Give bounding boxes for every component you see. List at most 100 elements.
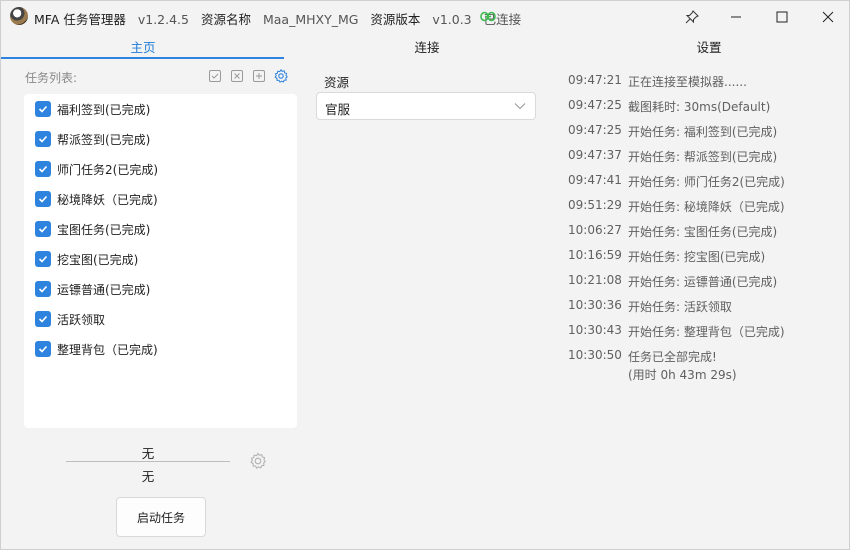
title-text: MFA 任务管理器 v1.2.4.5 资源名称 Maa_MHXY_MG 资源版本… xyxy=(34,9,529,28)
link-icon xyxy=(480,11,496,22)
log-time: 09:51:29 xyxy=(568,198,622,212)
log-entry: 10:30:50 任务已全部完成! (用时 0h 43m 29s) xyxy=(568,348,737,383)
task-label: 运镖普通(已完成) xyxy=(57,282,151,297)
task-item[interactable]: 帮派签到(已完成) xyxy=(35,129,150,149)
task-item[interactable]: 整理背包（已完成) xyxy=(35,339,158,359)
log-time: 09:47:25 xyxy=(568,98,622,112)
task-label: 宝图任务(已完成) xyxy=(57,222,151,237)
check-icon xyxy=(38,255,48,263)
task-label: 师门任务2(已完成) xyxy=(57,162,158,177)
log-time: 10:16:59 xyxy=(568,248,622,262)
log-entry: 10:21:08 开始任务: 运镖普通(已完成) xyxy=(568,273,777,290)
active-tab-indicator xyxy=(1,57,284,59)
chevron-down-icon xyxy=(514,103,526,110)
resource-select[interactable]: 官服 xyxy=(316,92,536,120)
log-time: 10:30:43 xyxy=(568,323,622,337)
tab-home[interactable]: 主页 xyxy=(113,37,173,56)
close-button[interactable] xyxy=(805,1,850,33)
log-message: 开始任务: 师门任务2(已完成) xyxy=(628,175,785,189)
log-message: 任务已全部完成! (用时 0h 43m 29s) xyxy=(628,348,737,383)
log-message: 截图耗时: 30ms(Default) xyxy=(628,100,771,114)
log-entry: 10:30:36 开始任务: 活跃领取 xyxy=(568,298,732,315)
log-message: 开始任务: 运镖普通(已完成) xyxy=(628,275,778,289)
resource-name: Maa_MHXY_MG xyxy=(262,12,359,27)
task-item[interactable]: 挖宝图(已完成) xyxy=(35,249,138,269)
log-entry: 10:06:27 开始任务: 宝图任务(已完成) xyxy=(568,223,777,240)
task-label: 挖宝图(已完成) xyxy=(57,252,139,267)
add-task-icon[interactable] xyxy=(252,69,266,83)
check-icon xyxy=(38,135,48,143)
task-label: 活跃领取 xyxy=(57,312,106,327)
log-time: 10:30:50 xyxy=(568,348,622,362)
task-item[interactable]: 宝图任务(已完成) xyxy=(35,219,150,239)
log-time: 10:21:08 xyxy=(568,273,622,287)
app-version: v1.2.4.5 xyxy=(137,12,189,27)
task-label: 福利签到(已完成) xyxy=(57,102,151,117)
log-message-line: 任务已全部完成! xyxy=(628,350,717,364)
log-message: 开始任务: 挖宝图(已完成) xyxy=(628,250,766,264)
divider xyxy=(66,461,230,462)
settings-icon[interactable] xyxy=(274,69,288,83)
app-name: MFA 任务管理器 xyxy=(34,12,126,27)
log-time: 09:47:21 xyxy=(568,73,622,87)
pin-icon xyxy=(685,10,699,24)
resource-version: v1.0.3 xyxy=(432,12,472,27)
task-checkbox[interactable] xyxy=(35,161,51,177)
check-icon xyxy=(38,225,48,233)
task-checkbox[interactable] xyxy=(35,221,51,237)
check-icon xyxy=(38,105,48,113)
minimize-button[interactable] xyxy=(713,1,759,33)
minimize-icon xyxy=(731,16,741,18)
gear-icon[interactable] xyxy=(249,452,267,470)
task-item[interactable]: 活跃领取 xyxy=(35,309,105,329)
log-message: 开始任务: 福利签到(已完成) xyxy=(628,125,778,139)
task-checkbox[interactable] xyxy=(35,251,51,267)
check-icon xyxy=(38,315,48,323)
pin-button[interactable] xyxy=(669,1,715,33)
select-all-icon[interactable] xyxy=(208,69,222,83)
tab-bar: 主页 连接 设置 xyxy=(1,33,849,59)
log-time: 09:47:41 xyxy=(568,173,622,187)
log-entry: 09:47:21 正在连接至模拟器...... xyxy=(568,73,747,90)
task-checkbox[interactable] xyxy=(35,191,51,207)
task-item[interactable]: 运镖普通(已完成) xyxy=(35,279,150,299)
check-icon xyxy=(38,345,48,353)
task-checkbox[interactable] xyxy=(35,101,51,117)
resource-label: 资源 xyxy=(324,75,350,90)
log-time: 10:06:27 xyxy=(568,223,622,237)
resource-select-value: 官服 xyxy=(325,102,351,117)
close-icon xyxy=(822,11,834,23)
log-entry: 09:47:37 开始任务: 帮派签到(已完成) xyxy=(568,148,777,165)
value-top: 无 xyxy=(141,446,155,461)
maximize-button[interactable] xyxy=(759,1,805,33)
tab-settings[interactable]: 设置 xyxy=(679,37,739,56)
task-list-header: 任务列表: xyxy=(25,71,78,85)
task-label: 整理背包（已完成) xyxy=(57,342,158,357)
task-checkbox[interactable] xyxy=(35,311,51,327)
task-checkbox[interactable] xyxy=(35,131,51,147)
task-label: 帮派签到(已完成) xyxy=(57,132,151,147)
start-task-button[interactable]: 启动任务 xyxy=(116,497,206,537)
log-entry: 09:47:25 截图耗时: 30ms(Default) xyxy=(568,98,770,115)
task-checkbox[interactable] xyxy=(35,281,51,297)
log-message: 开始任务: 宝图任务(已完成) xyxy=(628,225,778,239)
title-bar[interactable]: MFA 任务管理器 v1.2.4.5 资源名称 Maa_MHXY_MG 资源版本… xyxy=(1,1,849,33)
task-item[interactable]: 福利签到(已完成) xyxy=(35,99,150,119)
app-window: MFA 任务管理器 v1.2.4.5 资源名称 Maa_MHXY_MG 资源版本… xyxy=(0,0,850,550)
resource-version-label: 资源版本 xyxy=(370,12,421,27)
log-time: 10:30:36 xyxy=(568,298,622,312)
task-list[interactable]: 福利签到(已完成) 帮派签到(已完成) 师门任务2(已完成) 秘境降妖（已完成)… xyxy=(24,94,297,428)
log-message: 开始任务: 整理背包（已完成) xyxy=(628,325,785,339)
log-entry: 09:47:41 开始任务: 师门任务2(已完成) xyxy=(568,173,785,190)
deselect-all-icon[interactable] xyxy=(230,69,244,83)
resource-name-label: 资源名称 xyxy=(200,12,251,27)
task-item[interactable]: 师门任务2(已完成) xyxy=(35,159,158,179)
log-entry: 10:16:59 开始任务: 挖宝图(已完成) xyxy=(568,248,765,265)
log-message-line: (用时 0h 43m 29s) xyxy=(628,368,737,382)
task-item[interactable]: 秘境降妖（已完成) xyxy=(35,189,158,209)
log-entry: 09:47:25 开始任务: 福利签到(已完成) xyxy=(568,123,777,140)
tab-connect[interactable]: 连接 xyxy=(397,37,457,56)
task-checkbox[interactable] xyxy=(35,341,51,357)
log-time: 09:47:37 xyxy=(568,148,622,162)
value-bottom: 无 xyxy=(141,469,155,484)
